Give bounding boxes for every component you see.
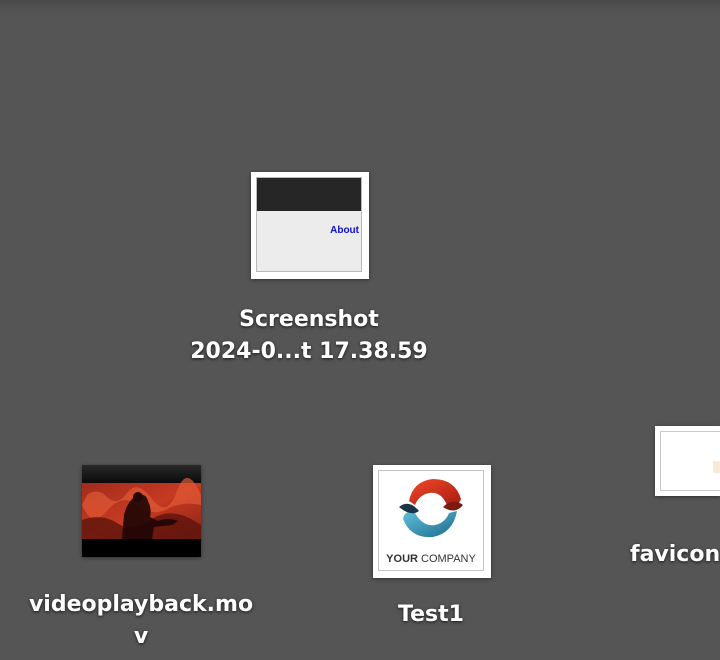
file-label-line1[interactable]: favicon [630, 540, 720, 570]
company-logo-icon [399, 479, 463, 538]
logo-thumbnail-icon[interactable]: YOUR COMPANY [373, 465, 491, 578]
preview-about-text: About [330, 225, 359, 236]
file-label-line1[interactable]: videoplayback.mo [22, 590, 260, 620]
screenshot-preview: About [256, 177, 362, 272]
file-label-line2[interactable]: v [22, 622, 260, 652]
favicon-preview [660, 431, 720, 491]
file-label-line1[interactable]: Test1 [312, 600, 550, 630]
favicon-preview-mark [713, 461, 720, 473]
preview-header-bar [257, 178, 361, 211]
logo-preview: YOUR COMPANY [378, 470, 484, 571]
image-thumbnail-icon[interactable] [655, 426, 720, 496]
file-label-line1[interactable]: Screenshot [190, 305, 428, 335]
image-thumbnail-icon[interactable]: About [251, 172, 369, 279]
video-frame-preview [82, 465, 201, 557]
file-label-line2[interactable]: 2024-0...t 17.38.59 [190, 337, 428, 367]
desktop-top-shade [0, 0, 720, 14]
logo-company-text: YOUR COMPANY [386, 553, 476, 565]
video-thumbnail-icon[interactable] [82, 465, 201, 557]
